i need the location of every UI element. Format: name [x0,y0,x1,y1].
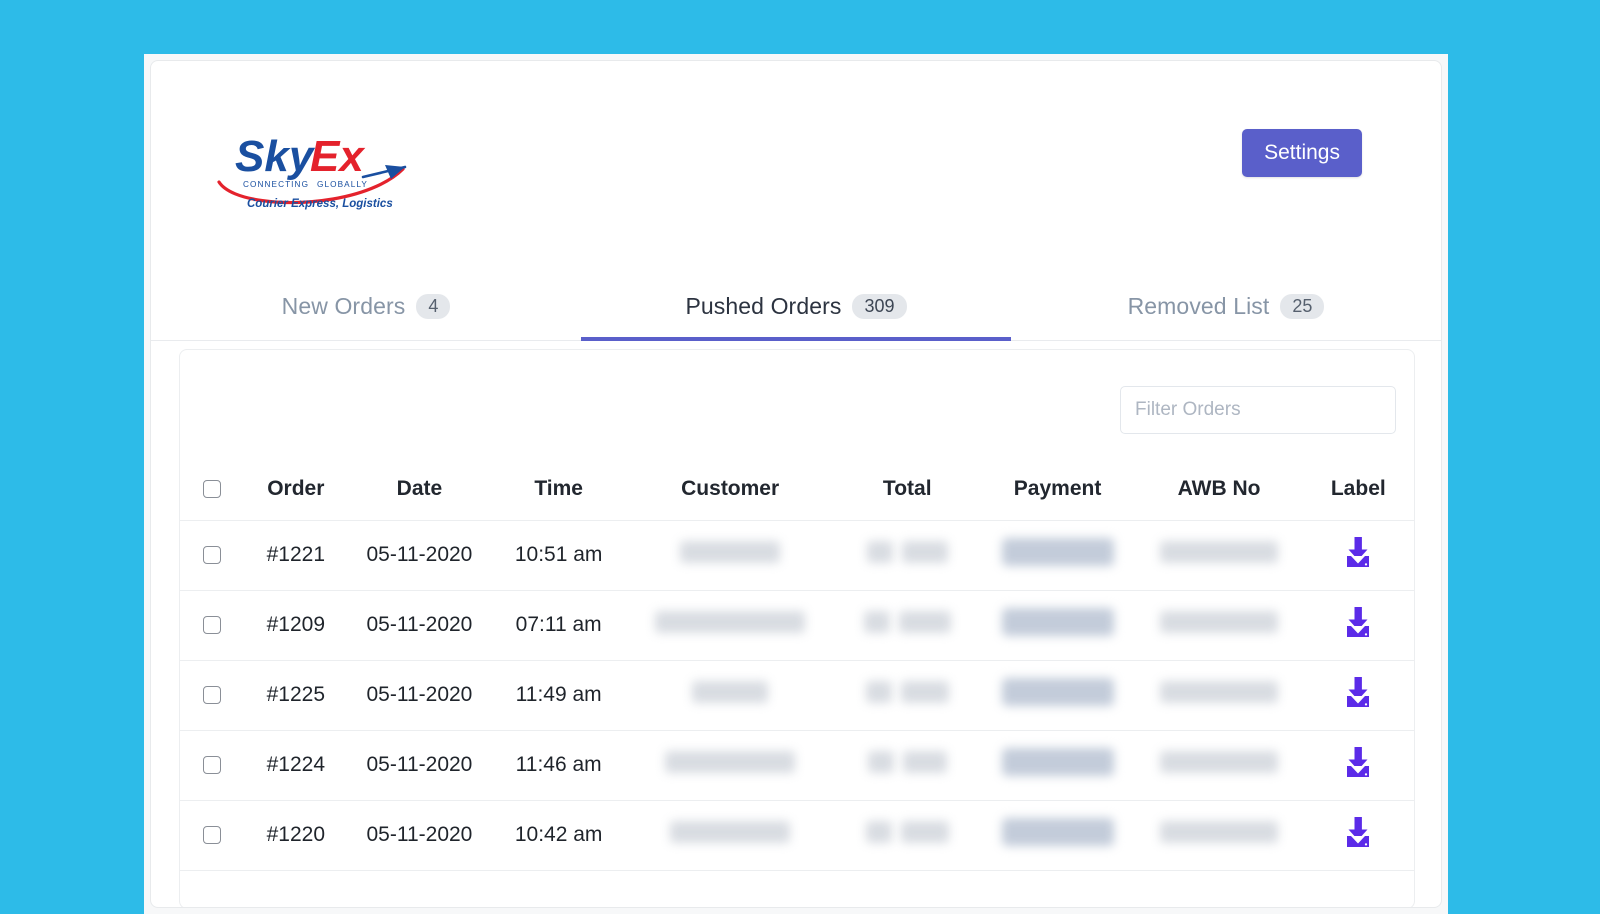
select-all-header [180,458,245,520]
table-row[interactable]: #1209 05-11-2020 07:11 am [180,590,1414,660]
cell-time: 11:49 am [492,660,626,730]
tab-new-orders-badge: 4 [416,294,450,319]
row-select-cell [180,730,245,800]
column-header-awb-no: AWB No [1136,458,1303,520]
orders-panel: Order Date Time Customer Total Payment A… [179,349,1415,908]
cell-order: #1221 [245,520,347,590]
cell-total-redacted [835,730,980,800]
download-icon[interactable] [1340,744,1376,780]
cell-total-redacted [835,660,980,730]
column-header-date: Date [347,458,492,520]
tab-pushed-orders-badge: 309 [852,294,906,319]
filter-orders-input[interactable] [1120,386,1396,434]
cell-order: #1220 [245,800,347,870]
cell-label [1303,590,1414,660]
orders-table-body: #1221 05-11-2020 10:51 am [180,520,1414,870]
row-checkbox[interactable] [203,826,221,844]
table-row[interactable]: #1224 05-11-2020 11:46 am [180,730,1414,800]
logo-globally-text: GLOBALLY [317,180,368,189]
application-window: Sky Ex CONNECTING GLOBALLY Courier Expre… [144,54,1448,914]
cell-time: 07:11 am [492,590,626,660]
download-icon[interactable] [1340,674,1376,710]
svg-text:Sky: Sky [235,132,316,181]
column-header-order: Order [245,458,347,520]
cell-order: #1225 [245,660,347,730]
cell-date: 05-11-2020 [347,590,492,660]
cell-customer-redacted [625,800,834,870]
select-all-checkbox[interactable] [203,480,221,498]
cell-payment-redacted [980,800,1136,870]
row-select-cell [180,660,245,730]
svg-text:Ex: Ex [310,132,365,181]
tab-new-orders[interactable]: New Orders 4 [151,273,581,340]
cell-label [1303,730,1414,800]
cell-order: #1209 [245,590,347,660]
column-header-payment: Payment [980,458,1136,520]
cell-label [1303,800,1414,870]
table-row[interactable]: #1221 05-11-2020 10:51 am [180,520,1414,590]
cell-payment-redacted [980,730,1136,800]
row-checkbox[interactable] [203,686,221,704]
cell-awb-redacted [1136,520,1303,590]
cell-time: 11:46 am [492,730,626,800]
row-checkbox[interactable] [203,756,221,774]
cell-total-redacted [835,590,980,660]
skyex-logo: Sky Ex CONNECTING GLOBALLY Courier Expre… [213,119,413,211]
tab-bar: New Orders 4 Pushed Orders 309 Removed L… [151,273,1441,341]
cell-date: 05-11-2020 [347,800,492,870]
cell-date: 05-11-2020 [347,660,492,730]
column-header-total: Total [835,458,980,520]
table-row[interactable]: #1220 05-11-2020 10:42 am [180,800,1414,870]
cell-customer-redacted [625,520,834,590]
settings-button[interactable]: Settings [1242,129,1362,177]
cell-time: 10:51 am [492,520,626,590]
logo-tagline: Courier Express, Logistics [247,198,393,210]
cell-awb-redacted [1136,730,1303,800]
row-select-cell [180,800,245,870]
filter-row [180,350,1414,458]
cell-label [1303,660,1414,730]
tab-new-orders-label: New Orders [282,293,406,320]
orders-table-header: Order Date Time Customer Total Payment A… [180,458,1414,520]
orders-table: Order Date Time Customer Total Payment A… [180,458,1414,871]
cell-date: 05-11-2020 [347,520,492,590]
tab-removed-list-badge: 25 [1280,294,1324,319]
row-checkbox[interactable] [203,616,221,634]
cell-awb-redacted [1136,660,1303,730]
cell-payment-redacted [980,660,1136,730]
row-checkbox[interactable] [203,546,221,564]
cell-payment-redacted [980,520,1136,590]
cell-total-redacted [835,520,980,590]
cell-payment-redacted [980,590,1136,660]
row-select-cell [180,590,245,660]
app-card: Sky Ex CONNECTING GLOBALLY Courier Expre… [150,60,1442,908]
download-icon[interactable] [1340,814,1376,850]
tab-pushed-orders[interactable]: Pushed Orders 309 [581,273,1011,340]
cell-order: #1224 [245,730,347,800]
cell-customer-redacted [625,730,834,800]
download-icon[interactable] [1340,604,1376,640]
cell-awb-redacted [1136,590,1303,660]
cell-customer-redacted [625,660,834,730]
app-header: Sky Ex CONNECTING GLOBALLY Courier Expre… [151,61,1441,273]
cell-time: 10:42 am [492,800,626,870]
cell-date: 05-11-2020 [347,730,492,800]
download-icon[interactable] [1340,534,1376,570]
logo-connecting-text: CONNECTING [243,180,309,189]
column-header-time: Time [492,458,626,520]
cell-customer-redacted [625,590,834,660]
table-header-row: Order Date Time Customer Total Payment A… [180,458,1414,520]
tab-pushed-orders-label: Pushed Orders [685,293,841,320]
column-header-customer: Customer [625,458,834,520]
tab-removed-list[interactable]: Removed List 25 [1011,273,1441,340]
cell-total-redacted [835,800,980,870]
row-select-cell [180,520,245,590]
tab-removed-list-label: Removed List [1128,293,1270,320]
cell-awb-redacted [1136,800,1303,870]
column-header-label: Label [1303,458,1414,520]
table-row[interactable]: #1225 05-11-2020 11:49 am [180,660,1414,730]
tab-active-underline [581,337,1011,341]
cell-label [1303,520,1414,590]
